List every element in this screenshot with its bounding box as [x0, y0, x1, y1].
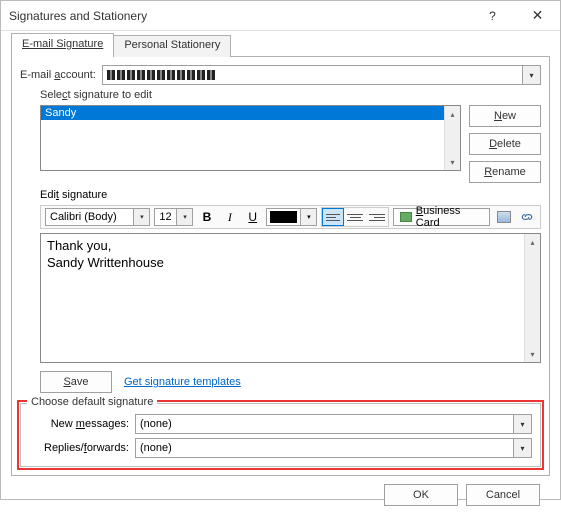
scroll-up-icon[interactable]: ▴: [525, 234, 540, 250]
signature-text[interactable]: Thank you, Sandy Writtenhouse: [41, 234, 524, 362]
signature-list-item-selected[interactable]: Sandy: [41, 106, 444, 120]
signature-list-row: Sandy ▴ ▾ New Delete Rename: [40, 105, 541, 183]
email-account-label: E-mail account:: [20, 69, 96, 81]
business-card-button[interactable]: Business Card: [393, 208, 490, 226]
font-combo[interactable]: Calibri (Body) ▾: [45, 208, 150, 226]
bold-button[interactable]: B: [197, 207, 216, 227]
font-color-picker[interactable]: ▾: [266, 208, 317, 226]
card-icon: [400, 212, 411, 222]
signature-listbox[interactable]: Sandy ▴ ▾: [40, 105, 461, 171]
chevron-down-icon: ▾: [133, 209, 149, 225]
italic-button[interactable]: I: [220, 207, 239, 227]
scroll-track[interactable]: [445, 122, 460, 154]
link-icon: [520, 210, 534, 224]
email-account-row: E-mail account: ▾: [20, 65, 541, 85]
save-row: Save Get signature templates: [40, 371, 541, 393]
replies-forwards-label: Replies/forwards:: [29, 442, 129, 454]
scrollbar[interactable]: ▴ ▾: [444, 106, 460, 170]
delete-button[interactable]: Delete: [469, 133, 541, 155]
signature-list-content: Sandy: [41, 106, 444, 170]
rename-button[interactable]: Rename: [469, 161, 541, 183]
scroll-up-icon[interactable]: ▴: [445, 106, 460, 122]
tab-email-signature[interactable]: E-mail Signature: [11, 33, 114, 57]
select-signature-label: Select signature to edit: [40, 89, 541, 101]
email-account-value: [107, 70, 217, 80]
insert-hyperlink-button[interactable]: [517, 208, 536, 226]
picture-icon: [497, 211, 511, 223]
window-title: Signatures and Stationery: [9, 9, 470, 23]
scroll-down-icon[interactable]: ▾: [445, 154, 460, 170]
ok-button[interactable]: OK: [384, 484, 458, 506]
scroll-down-icon[interactable]: ▾: [525, 346, 540, 362]
scroll-track[interactable]: [525, 250, 540, 346]
chevron-down-icon: ▾: [176, 209, 192, 225]
replies-forwards-combo[interactable]: (none) ▾: [135, 438, 532, 458]
dialog-body: E-mail Signature Personal Stationery E-m…: [1, 31, 560, 516]
close-button[interactable]: ✕: [515, 1, 560, 31]
dialog-footer: OK Cancel: [11, 476, 550, 506]
tab-panel-email: E-mail account: ▾ Select signature to ed…: [11, 56, 550, 476]
color-swatch: [270, 211, 297, 223]
titlebar: Signatures and Stationery ? ✕: [1, 1, 560, 31]
align-center-button[interactable]: [344, 208, 366, 226]
default-signature-group: Choose default signature New messages: (…: [20, 403, 541, 467]
chevron-down-icon: ▾: [513, 439, 531, 457]
cancel-button[interactable]: Cancel: [466, 484, 540, 506]
signature-buttons: New Delete Rename: [469, 105, 541, 183]
new-messages-label: New messages:: [29, 418, 129, 430]
align-left-button[interactable]: [322, 208, 344, 226]
signature-editor[interactable]: Thank you, Sandy Writtenhouse ▴ ▾: [40, 233, 541, 363]
insert-picture-button[interactable]: [494, 208, 513, 226]
editor-scrollbar[interactable]: ▴ ▾: [524, 234, 540, 362]
chevron-down-icon: ▾: [513, 415, 531, 433]
format-toolbar: Calibri (Body) ▾ 12 ▾ B I U ▾: [40, 205, 541, 229]
dialog-window: Signatures and Stationery ? ✕ E-mail Sig…: [0, 0, 561, 500]
save-button[interactable]: Save: [40, 371, 112, 393]
align-group: [321, 207, 389, 227]
underline-button[interactable]: U: [243, 207, 262, 227]
email-account-combo[interactable]: ▾: [102, 65, 541, 85]
new-button[interactable]: New: [469, 105, 541, 127]
default-signature-legend: Choose default signature: [27, 396, 157, 408]
help-button[interactable]: ?: [470, 1, 515, 31]
tab-personal-stationery[interactable]: Personal Stationery: [113, 35, 231, 57]
new-messages-combo[interactable]: (none) ▾: [135, 414, 532, 434]
fontsize-combo[interactable]: 12 ▾: [154, 208, 193, 226]
replies-forwards-row: Replies/forwards: (none) ▾: [29, 438, 532, 458]
new-messages-row: New messages: (none) ▾: [29, 414, 532, 434]
edit-signature-label: Edit signature: [40, 189, 541, 201]
chevron-down-icon: ▾: [300, 209, 316, 225]
tabstrip: E-mail Signature Personal Stationery: [11, 33, 550, 57]
templates-link[interactable]: Get signature templates: [124, 376, 241, 388]
align-right-button[interactable]: [366, 208, 388, 226]
chevron-down-icon: ▾: [522, 66, 540, 84]
